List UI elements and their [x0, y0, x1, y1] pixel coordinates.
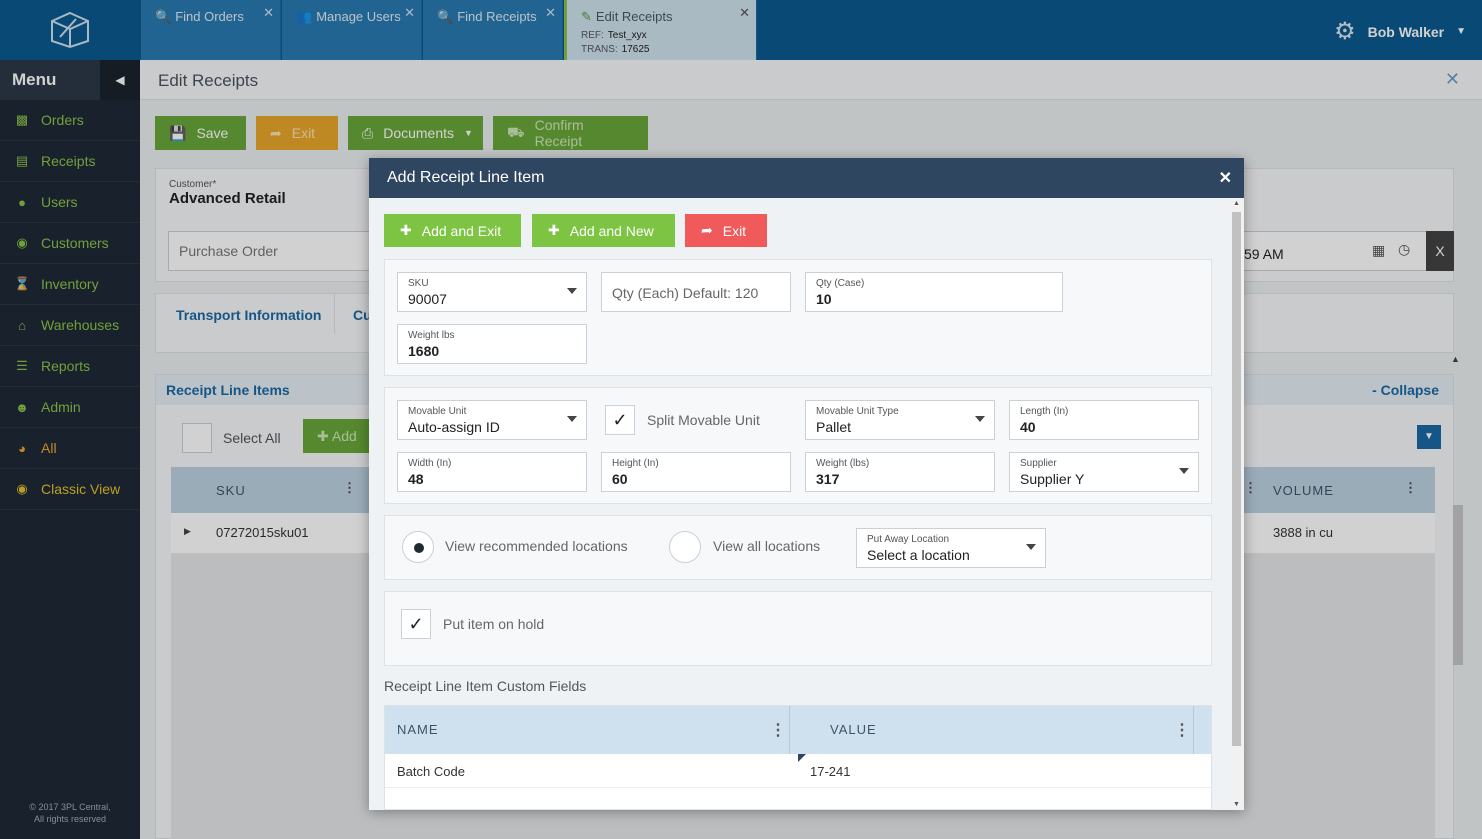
plus-icon: ✚	[548, 222, 560, 238]
checkmark-icon: ✓	[612, 409, 628, 430]
kebab-icon[interactable]: ⋮	[1174, 720, 1190, 740]
qty-each-input[interactable]: Qty (Each) Default: 120	[601, 272, 791, 312]
chevron-down-icon	[1179, 468, 1189, 474]
height-input[interactable]: Height (In) 60	[601, 452, 791, 492]
kebab-icon[interactable]: ⋮	[770, 720, 786, 740]
custom-fields-grid: NAME ⋮ VALUE ⋮ Batch Code 17-241	[384, 705, 1212, 810]
put-away-location-select[interactable]: Put Away Location Select a location	[856, 528, 1046, 568]
exit-button[interactable]: ➦ Exit	[685, 214, 767, 247]
add-and-exit-button[interactable]: ✚ Add and Exit	[384, 214, 521, 247]
view-recommended-label: View recommended locations	[445, 538, 628, 554]
chevron-down-icon	[975, 416, 985, 422]
hold-section: ✓ Put item on hold	[384, 591, 1212, 666]
chevron-down-icon	[567, 288, 577, 294]
split-movable-unit-label: Split Movable Unit	[647, 412, 760, 428]
view-all-radio[interactable]	[669, 531, 701, 563]
table-row[interactable]: Batch Code 17-241	[385, 754, 1211, 788]
weight-input[interactable]: Weight (lbs) 317	[805, 452, 995, 492]
custom-field-value[interactable]: 17-241	[810, 764, 850, 779]
modal-header: Add Receipt Line Item ✕	[369, 158, 1244, 198]
sku-select[interactable]: SKU 90007	[397, 272, 587, 312]
edited-cell-marker	[798, 754, 806, 762]
qty-case-input[interactable]: Qty (Case) 10	[805, 272, 1063, 312]
scroll-down-icon[interactable]: ▼	[1233, 801, 1240, 808]
weight-lbs-input[interactable]: Weight lbs 1680	[397, 324, 587, 364]
modal-title: Add Receipt Line Item	[387, 169, 545, 186]
scroll-up-icon[interactable]: ▲	[1233, 200, 1240, 207]
add-and-new-button[interactable]: ✚ Add and New	[532, 214, 675, 247]
movable-unit-type-select[interactable]: Movable Unit Type Pallet	[805, 400, 995, 440]
sku-section: SKU 90007 Qty (Each) Default: 120 Qty (C…	[384, 259, 1212, 376]
put-on-hold-checkbox[interactable]: ✓	[401, 609, 431, 639]
movable-unit-section: Movable Unit Auto-assign ID ✓ Split Mova…	[384, 387, 1212, 504]
chevron-down-icon	[567, 416, 577, 422]
add-receipt-line-item-modal: Add Receipt Line Item ✕ ✚ Add and Exit ✚ A…	[369, 158, 1244, 810]
chevron-down-icon	[1026, 544, 1036, 550]
close-icon[interactable]: ✕	[1219, 168, 1232, 188]
column-name[interactable]: NAME	[397, 722, 439, 737]
movable-unit-select[interactable]: Movable Unit Auto-assign ID	[397, 400, 587, 440]
column-value[interactable]: VALUE	[830, 722, 877, 737]
exit-icon: ➦	[701, 222, 713, 238]
view-all-label: View all locations	[713, 538, 821, 554]
width-input[interactable]: Width (In) 48	[397, 452, 587, 492]
supplier-select[interactable]: Supplier Supplier Y	[1009, 452, 1199, 492]
split-movable-unit-checkbox[interactable]: ✓	[605, 405, 635, 435]
custom-fields-title: Receipt Line Item Custom Fields	[384, 678, 587, 694]
modal-scrollbar[interactable]: ▲ ▼	[1229, 198, 1244, 810]
modal-body: ✚ Add and Exit ✚ Add and New ➦ Exit SKU 900…	[369, 198, 1229, 810]
plus-icon: ✚	[400, 222, 412, 238]
length-input[interactable]: Length (In) 40	[1009, 400, 1199, 440]
scrollbar-thumb[interactable]	[1232, 212, 1241, 746]
custom-field-name: Batch Code	[397, 764, 465, 779]
put-on-hold-label: Put item on hold	[443, 616, 545, 632]
view-recommended-radio[interactable]	[402, 531, 434, 563]
column-divider	[1193, 706, 1194, 754]
location-section: View recommended locations View all loca…	[384, 515, 1212, 580]
column-divider	[789, 706, 790, 754]
radio-selected-dot	[414, 543, 424, 553]
checkmark-icon: ✓	[408, 613, 424, 634]
custom-fields-header: NAME ⋮ VALUE ⋮	[385, 706, 1211, 754]
